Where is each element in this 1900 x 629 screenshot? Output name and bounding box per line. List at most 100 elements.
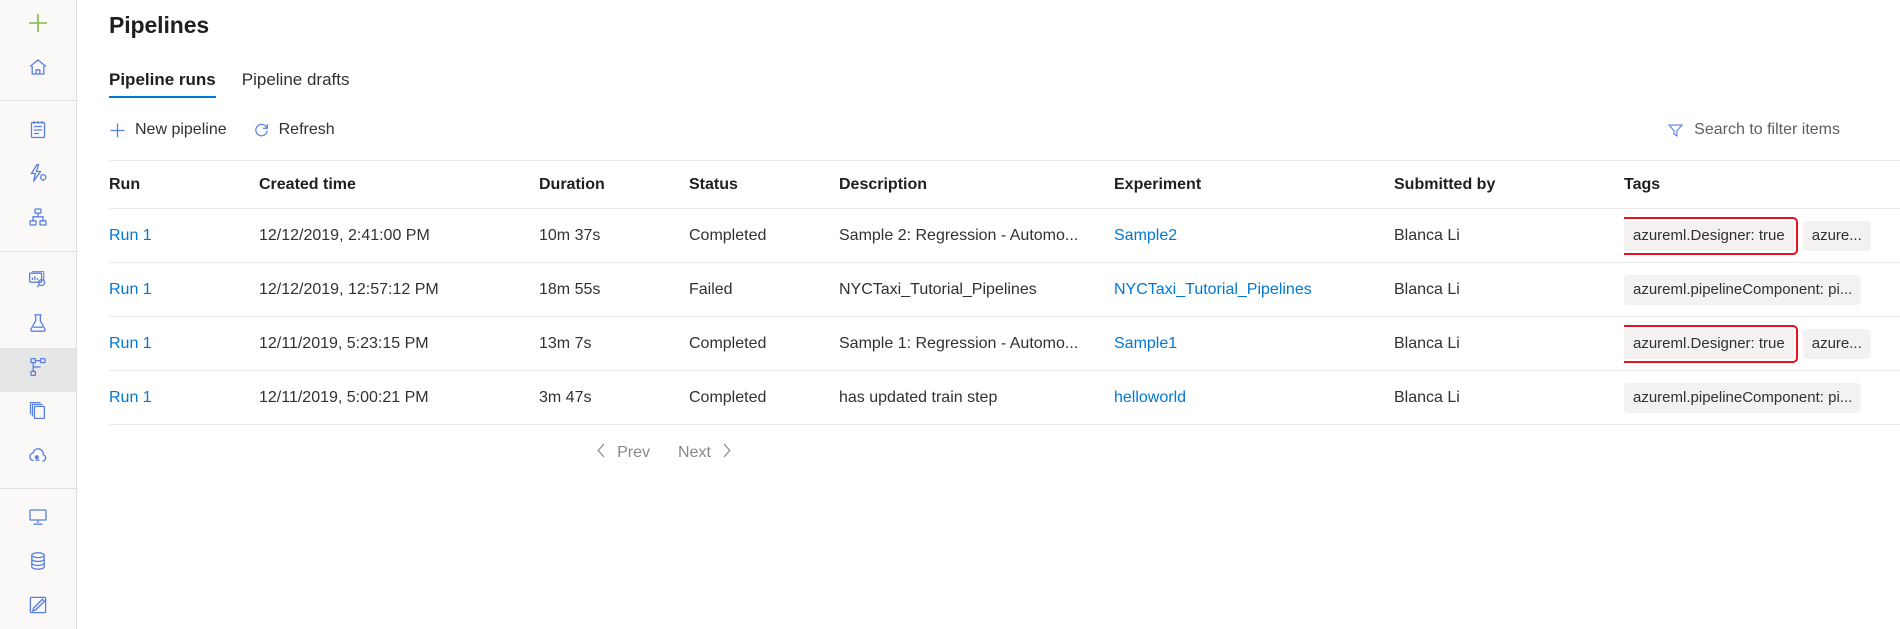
sidebar-item-notebooks[interactable] [0, 110, 76, 154]
cell-description: Sample 2: Regression - Automo... [839, 227, 1114, 245]
sidebar-item-designer[interactable] [0, 198, 76, 242]
column-header-submitted-by[interactable]: Submitted by [1394, 176, 1624, 194]
cell-tags: azureml.Designer: true azure... [1624, 317, 1900, 371]
column-header-created-time[interactable]: Created time [259, 176, 539, 194]
left-nav-rail [0, 0, 77, 629]
sidebar-divider-2 [0, 251, 76, 252]
column-header-run[interactable]: Run [109, 176, 259, 194]
table-row[interactable]: Run 1 12/12/2019, 12:57:12 PM 18m 55s Fa… [109, 263, 1900, 317]
refresh-icon [253, 122, 270, 139]
main-content: Pipelines Pipeline runs Pipeline drafts … [77, 0, 1900, 629]
tag-pill[interactable]: azureml.pipelineComponent: pi... [1624, 275, 1861, 305]
cell-status: Failed [689, 281, 839, 299]
cell-duration: 18m 55s [539, 281, 689, 299]
experiment-link[interactable]: helloworld [1114, 389, 1186, 406]
cell-duration: 3m 47s [539, 389, 689, 407]
sidebar-item-experiments[interactable] [0, 304, 76, 348]
prev-page-button[interactable]: Prev [585, 438, 660, 468]
app-root: Pipelines Pipeline runs Pipeline drafts … [0, 0, 1900, 629]
cell-created-time: 12/11/2019, 5:23:15 PM [259, 335, 539, 353]
plus-icon [27, 12, 49, 39]
pipeline-runs-table: Run Created time Duration Status Descrip… [109, 160, 1900, 425]
endpoint-cloud-icon [27, 444, 49, 471]
tag-pill[interactable]: azureml.pipelineComponent: pi... [1624, 383, 1861, 413]
cell-tags: azureml.pipelineComponent: pi... [1624, 371, 1900, 425]
tag-pill[interactable]: azure... [1803, 329, 1871, 359]
cell-submitted-by: Blanca Li [1394, 335, 1624, 353]
refresh-button[interactable]: Refresh [253, 120, 335, 140]
sidebar-item-endpoints[interactable] [0, 435, 76, 479]
cell-duration: 10m 37s [539, 227, 689, 245]
cell-description: Sample 1: Regression - Automo... [839, 335, 1114, 353]
filter-icon [1667, 122, 1684, 139]
table-row[interactable]: Run 1 12/11/2019, 5:00:21 PM 3m 47s Comp… [109, 371, 1900, 425]
run-link[interactable]: Run 1 [109, 227, 152, 244]
dataset-monitor-icon [27, 269, 49, 296]
new-pipeline-label: New pipeline [135, 120, 227, 140]
notebook-icon [27, 119, 49, 146]
tab-list: Pipeline runs Pipeline drafts [109, 68, 1900, 98]
cell-tags: azureml.pipelineComponent: pi... [1624, 263, 1900, 317]
sidebar-item-models[interactable] [0, 392, 76, 436]
tag-pill[interactable]: azure... [1803, 221, 1871, 251]
column-header-tags[interactable]: Tags [1624, 176, 1900, 194]
sidebar-item-datasets[interactable] [0, 260, 76, 304]
sidebar-item-data-labeling[interactable] [0, 585, 76, 629]
automated-ml-icon [27, 162, 49, 189]
cell-duration: 13m 7s [539, 335, 689, 353]
cell-status: Completed [689, 389, 839, 407]
experiment-link[interactable]: Sample1 [1114, 335, 1177, 352]
column-header-duration[interactable]: Duration [539, 176, 689, 194]
models-stack-icon [27, 400, 49, 427]
table-row[interactable]: Run 1 12/12/2019, 2:41:00 PM 10m 37s Com… [109, 209, 1900, 263]
plus-icon [109, 122, 126, 139]
experiment-link[interactable]: Sample2 [1114, 227, 1177, 244]
tag-pill-highlighted[interactable]: azureml.Designer: true [1624, 329, 1794, 359]
monitor-icon [27, 506, 49, 533]
column-header-status[interactable]: Status [689, 176, 839, 194]
sidebar-divider-1 [0, 100, 76, 101]
pipeline-icon [27, 356, 49, 383]
designer-icon [27, 206, 49, 233]
labeling-pencil-icon [27, 594, 49, 621]
page-title: Pipelines [109, 0, 1900, 42]
database-icon [27, 550, 49, 577]
experiment-link[interactable]: NYCTaxi_Tutorial_Pipelines [1114, 281, 1312, 298]
cell-submitted-by: Blanca Li [1394, 281, 1624, 299]
next-page-button[interactable]: Next [668, 438, 743, 468]
cell-submitted-by: Blanca Li [1394, 227, 1624, 245]
run-link[interactable]: Run 1 [109, 335, 152, 352]
sidebar-item-automated-ml[interactable] [0, 154, 76, 198]
cell-status: Completed [689, 335, 839, 353]
run-link[interactable]: Run 1 [109, 281, 152, 298]
cell-status: Completed [689, 227, 839, 245]
table-header-row: Run Created time Duration Status Descrip… [109, 161, 1900, 209]
sidebar-item-home[interactable] [0, 48, 76, 92]
sidebar-divider-3 [0, 488, 76, 489]
chevron-right-icon [720, 442, 733, 464]
run-link[interactable]: Run 1 [109, 389, 152, 406]
tab-pipeline-drafts[interactable]: Pipeline drafts [242, 70, 350, 98]
search-filter-input[interactable]: Search to filter items [1667, 120, 1840, 140]
sidebar-item-pipelines[interactable] [0, 348, 76, 392]
home-icon [27, 56, 49, 83]
sidebar-item-datastores[interactable] [0, 542, 76, 586]
column-header-experiment[interactable]: Experiment [1114, 176, 1394, 194]
cell-description: has updated train step [839, 389, 1114, 407]
sidebar-item-new[interactable] [0, 4, 76, 48]
new-pipeline-button[interactable]: New pipeline [109, 120, 227, 140]
cell-created-time: 12/12/2019, 12:57:12 PM [259, 281, 539, 299]
command-bar: New pipeline Refresh Search to [109, 112, 1900, 148]
column-header-description[interactable]: Description [839, 176, 1114, 194]
tag-pill-highlighted[interactable]: azureml.Designer: true [1624, 221, 1794, 251]
pagination: Prev Next [109, 425, 1219, 481]
chevron-left-icon [595, 442, 608, 464]
prev-page-label: Prev [617, 444, 650, 462]
next-page-label: Next [678, 444, 711, 462]
table-row[interactable]: Run 1 12/11/2019, 5:23:15 PM 13m 7s Comp… [109, 317, 1900, 371]
cell-description: NYCTaxi_Tutorial_Pipelines [839, 281, 1114, 299]
cell-created-time: 12/12/2019, 2:41:00 PM [259, 227, 539, 245]
sidebar-item-compute[interactable] [0, 498, 76, 542]
tab-pipeline-runs[interactable]: Pipeline runs [109, 70, 216, 98]
cell-created-time: 12/11/2019, 5:00:21 PM [259, 389, 539, 407]
